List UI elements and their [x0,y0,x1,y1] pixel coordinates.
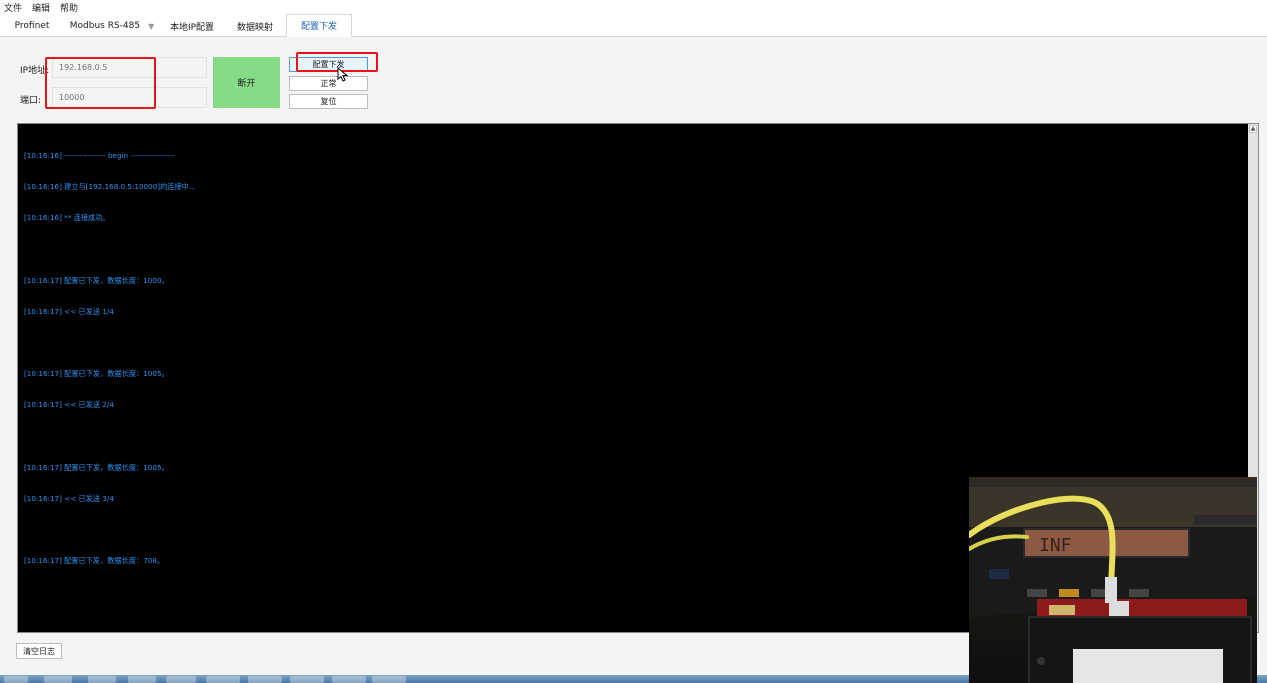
tab-profinet[interactable]: Profinet [0,16,64,36]
taskbar-app-icon[interactable] [166,676,196,683]
menu-edit[interactable]: 编辑 [32,1,50,14]
tab-bar: Profinet Modbus RS-485 ▼ 本地IP配置 数据映射 配置下… [0,14,1267,37]
device-photo: INF [969,487,1257,683]
menu-help[interactable]: 帮助 [60,1,78,14]
normal-button[interactable]: 正常 [289,76,368,91]
log-lines: [10:16:16] ---------------- begin ------… [24,130,196,588]
tab-modbus-rs485[interactable]: Modbus RS-485 ▼ [64,16,160,36]
tab-config-deploy[interactable]: 配置下发 [286,14,352,37]
ip-address-input[interactable] [52,57,207,78]
log-line: [10:16:17] 配置已下发，数据长度：1005。 [24,462,169,472]
taskbar-app-icon[interactable] [372,676,406,683]
taskbar-app-icon[interactable] [206,676,240,683]
log-line: [10:16:17] 配置已下发，数据长度：1000。 [24,275,169,285]
scroll-up-arrow-icon[interactable]: ▲ [1249,125,1257,133]
taskbar-app-icon[interactable] [88,676,116,683]
log-line: [10:16:17] 配置已下发，数据长度：1005。 [24,369,169,379]
chevron-down-icon[interactable]: ▼ [148,22,154,31]
port-label: 端口: [20,96,42,106]
tab-local-ip-config[interactable]: 本地IP配置 [160,16,224,36]
webcam-video-overlay: INF [969,477,1257,683]
tab-label: 本地IP配置 [169,22,215,33]
log-line: [10:16:17] 配置已下发，数据长度：708。 [24,556,165,566]
tab-label: Modbus RS-485 [69,21,141,31]
disconnect-button[interactable]: 断开 [213,57,280,108]
log-line: [10:16:16] ** 连接成功。 [24,213,110,223]
clear-log-button[interactable]: 清空日志 [16,643,62,659]
menu-file[interactable]: 文件 [4,1,22,14]
tab-data-mapping[interactable]: 数据映射 [224,16,286,36]
log-line: [10:16:16] 建立与[192.168.0.5:10000]的连接中... [24,182,196,192]
tab-label: Profinet [14,21,50,31]
deploy-config-button[interactable]: 配置下发 [289,57,368,72]
ip-label: IP地址: [20,66,50,76]
menu-bar: 文件 编辑 帮助 [0,0,1267,14]
taskbar-app-icon[interactable] [128,676,156,683]
tab-label: 配置下发 [300,22,337,32]
reset-button[interactable]: 复位 [289,94,368,109]
log-line: [10:16:16] ---------------- begin ------… [24,150,175,160]
taskbar-app-icon[interactable] [332,676,366,683]
taskbar-app-icon[interactable] [44,676,72,683]
taskbar-start-icon[interactable] [4,676,28,683]
device-display-text: INF [1039,535,1072,556]
log-line: [10:16:17] << 已发送 1/4 [24,306,114,316]
port-input[interactable] [52,87,207,108]
taskbar-app-icon[interactable] [248,676,282,683]
log-line: [10:16:17] << 已发送 2/4 [24,400,114,410]
tab-label: 数据映射 [236,22,273,33]
log-line: [10:16:17] << 已发送 3/4 [24,494,114,504]
taskbar-app-icon[interactable] [290,676,324,683]
